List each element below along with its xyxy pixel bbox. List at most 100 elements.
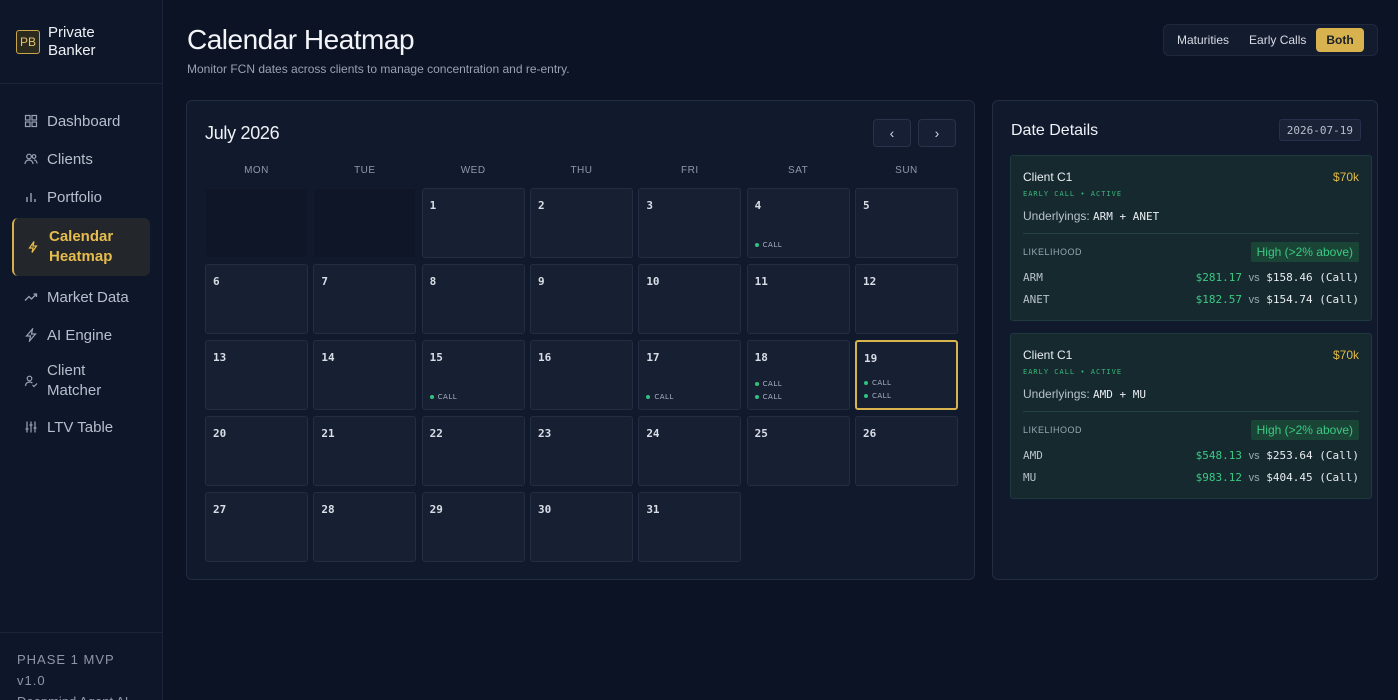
brand: PB Private Banker [0,0,162,84]
calendar-day-26[interactable]: 26 [854,416,958,486]
day-number: 30 [537,503,552,516]
detail-card[interactable]: Client C1 $70k EARLY CALL • ACTIVE Under… [1010,155,1372,321]
calendar-day-31[interactable]: 31 [638,492,742,562]
calendar-day-13[interactable]: 13 [205,340,308,410]
underlying-row: MU $983.12 vs $404.45 (Call) [1023,471,1359,487]
calendar-day-11[interactable]: 11 [746,264,850,334]
day-number: 5 [862,199,870,212]
calendar-day-29[interactable]: 29 [421,492,525,562]
calendar-day-7[interactable]: 7 [313,264,417,334]
underlying-row: AMD $548.13 vs $253.64 (Call) [1023,449,1359,465]
toggle-maturities[interactable]: Maturities [1167,28,1239,52]
day-number: 10 [646,275,660,288]
next-month-button[interactable]: › [918,119,956,147]
day-number: 18 [754,351,768,364]
event-marker: CALL [863,376,891,389]
org-label: Deepmind Agent AI [17,691,145,700]
toggle-early-calls[interactable]: Early Calls [1239,28,1316,52]
day-events: CALL [754,238,783,251]
page-title: Calendar Heatmap [187,24,415,55]
calendar-day-6[interactable]: 6 [205,264,308,334]
calendar-day-12[interactable]: 12 [854,264,958,334]
sidebar-item-dashboard[interactable]: Dashboard [12,102,150,140]
calendar-day-2[interactable]: 2 [529,188,633,258]
sidebar-item-client-matcher[interactable]: Client Matcher [12,354,150,408]
chevron-left-icon: ‹ [889,125,895,141]
sidebar-item-ltv-table[interactable]: LTV Table [12,408,150,446]
client-name: Client C1 [1023,348,1073,362]
sidebar-item-label: Dashboard [47,112,121,130]
weekday-header: THU [570,165,593,176]
underlying-row: ARM $281.17 vs $158.46 (Call) [1023,271,1359,287]
calendar-day-15[interactable]: 15 CALL [421,340,525,410]
likelihood-badge: High (>2% above) [1250,242,1359,262]
current-price: $182.57 [1195,293,1243,306]
user-match-icon [24,375,38,388]
calendar-day-16[interactable]: 16 [529,340,633,410]
day-number: 21 [321,427,335,440]
sidebar-item-label-line1: Calendar [49,228,114,245]
sidebar-item-ai-engine[interactable]: AI Engine [12,316,150,354]
underlyings-label: Underlyings: [1023,387,1090,401]
calendar-day-23[interactable]: 23 [529,416,633,486]
calendar-day-8[interactable]: 8 [421,264,525,334]
calendar-day-22[interactable]: 22 [421,416,525,486]
ticker: AMD [1023,449,1043,462]
brand-name: Private Banker [48,24,96,60]
brand-name-line1: Private [48,23,95,41]
event-label: CALL [654,392,674,401]
users-icon [24,153,38,165]
sidebar: PB Private Banker Dashboard Clients Port… [0,0,163,700]
sidebar-item-calendar-heatmap[interactable]: Calendar Heatmap [12,218,150,276]
day-number: 31 [646,503,660,516]
event-label: CALL [762,240,783,249]
event-dot-icon [863,393,868,398]
dashboard-icon [24,114,38,128]
day-events: CALL [646,390,673,403]
day-events: CALL CALL [754,377,783,403]
calendar-day-3[interactable]: 3 [638,188,742,258]
day-number: 11 [754,275,768,288]
prev-month-button[interactable]: ‹ [873,119,911,147]
calendar-day-10[interactable]: 10 [638,264,742,334]
calendar-day-17[interactable]: 17 CALL [638,340,742,410]
sidebar-item-portfolio[interactable]: Portfolio [12,178,150,216]
calendar-day-19[interactable]: 19 CALL CALL [854,340,958,410]
event-marker: CALL [754,238,783,251]
current-price: $983.12 [1195,471,1243,484]
detail-card[interactable]: Client C1 $70k EARLY CALL • ACTIVE Under… [1010,333,1372,499]
event-label: CALL [762,379,783,388]
calendar-day-9[interactable]: 9 [529,264,633,334]
calendar-day-5[interactable]: 5 [854,188,958,258]
day-number: 16 [537,351,552,364]
sidebar-nav: Dashboard Clients Portfolio Calendar Hea… [0,84,162,446]
day-number: 23 [537,427,552,440]
weekday-header: FRI [681,165,699,176]
calendar-day-30[interactable]: 30 [529,492,633,562]
sidebar-item-clients[interactable]: Clients [12,140,150,178]
toggle-both[interactable]: Both [1316,28,1364,52]
calendar-day-25[interactable]: 25 [746,416,850,486]
weekday-header: SUN [895,165,918,176]
reference-price: $253.64 (Call) [1266,449,1359,462]
event-marker: CALL [754,377,783,390]
calendar-day-24[interactable]: 24 [638,416,742,486]
event-label: CALL [437,392,458,401]
calendar-day-1[interactable]: 1 [421,188,525,258]
calendar-day-20[interactable]: 20 [205,416,308,486]
calendar-panel: July 2026 ‹ › MON TUE WED THU FRI SAT SUN 1 2 3 4 C… [186,100,975,580]
calendar-day-28[interactable]: 28 [313,492,417,562]
calendar-day-18[interactable]: 18 CALL CALL [746,340,850,410]
sidebar-item-market-data[interactable]: Market Data [12,278,150,316]
event-dot-icon [754,242,759,247]
details-date: 2026-07-19 [1278,119,1361,141]
likelihood-badge: High (>2% above) [1250,420,1359,440]
day-number: 12 [862,275,877,288]
calendar-day-27[interactable]: 27 [205,492,308,562]
divider [1023,411,1359,412]
event-dot-icon [754,381,759,386]
day-number: 6 [213,275,220,288]
calendar-day-21[interactable]: 21 [313,416,417,486]
calendar-day-4[interactable]: 4 CALL [746,188,850,258]
calendar-day-14[interactable]: 14 [313,340,417,410]
